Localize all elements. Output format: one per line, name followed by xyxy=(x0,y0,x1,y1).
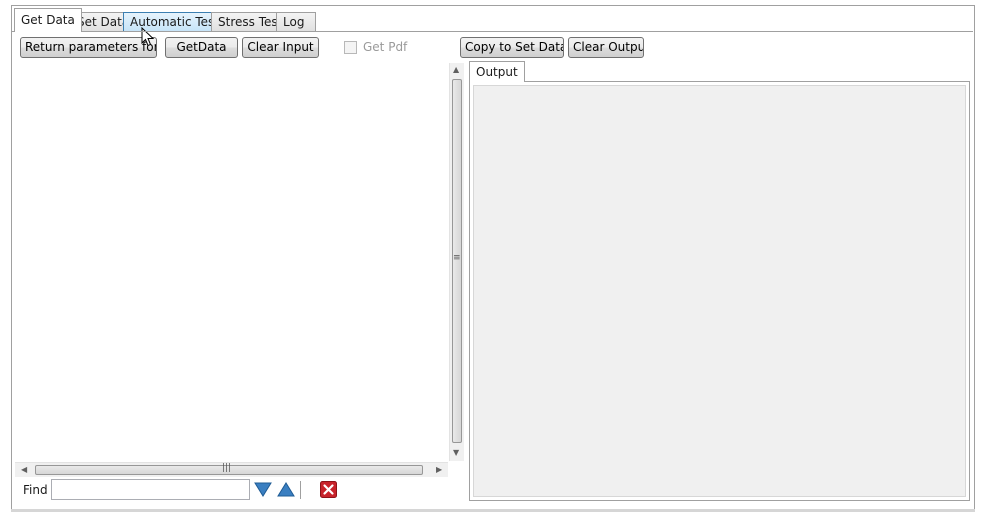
checkbox-box[interactable] xyxy=(344,40,357,54)
arrow-down-icon[interactable] xyxy=(254,481,272,498)
tab-log[interactable]: Log xyxy=(276,12,316,31)
find-separator xyxy=(300,481,301,499)
output-text-area[interactable] xyxy=(473,85,966,497)
close-icon[interactable] xyxy=(320,481,338,498)
tab-output[interactable]: Output xyxy=(469,61,525,82)
grip-icon: ≡ xyxy=(453,253,461,263)
scroll-up-icon[interactable]: ▲ xyxy=(453,66,459,74)
grip-icon: ||| xyxy=(222,463,232,473)
get-data-button[interactable]: GetData xyxy=(165,37,238,58)
horizontal-scroll-thumb[interactable]: ||| xyxy=(35,463,423,475)
get-pdf-label: Get Pdf xyxy=(363,40,408,54)
scroll-left-icon[interactable]: ◀ xyxy=(21,466,27,474)
find-input[interactable] xyxy=(51,479,250,500)
vertical-scrollbar[interactable]: ▲ ≡ ▼ xyxy=(449,63,464,461)
output-panel xyxy=(469,81,970,501)
clear-input-button[interactable]: Clear Input xyxy=(242,37,319,58)
window-shadow xyxy=(11,509,975,512)
return-parameters-button[interactable]: Return parameters for find xyxy=(20,37,157,58)
horizontal-scrollbar[interactable]: ◀ ||| ▶ xyxy=(15,462,448,477)
copy-to-set-data-button[interactable]: Copy to Set Data xyxy=(460,37,564,58)
scroll-right-icon[interactable]: ▶ xyxy=(436,466,442,474)
tab-get-data[interactable]: Get Data xyxy=(14,8,82,32)
tab-strip-border xyxy=(12,31,973,32)
clear-output-button[interactable]: Clear Output xyxy=(568,37,644,58)
scroll-down-icon[interactable]: ▼ xyxy=(453,449,459,457)
input-text-area[interactable] xyxy=(15,63,448,461)
find-label: Find xyxy=(23,483,48,497)
arrow-up-icon[interactable] xyxy=(277,481,295,498)
get-pdf-checkbox[interactable]: Get Pdf xyxy=(344,40,407,54)
